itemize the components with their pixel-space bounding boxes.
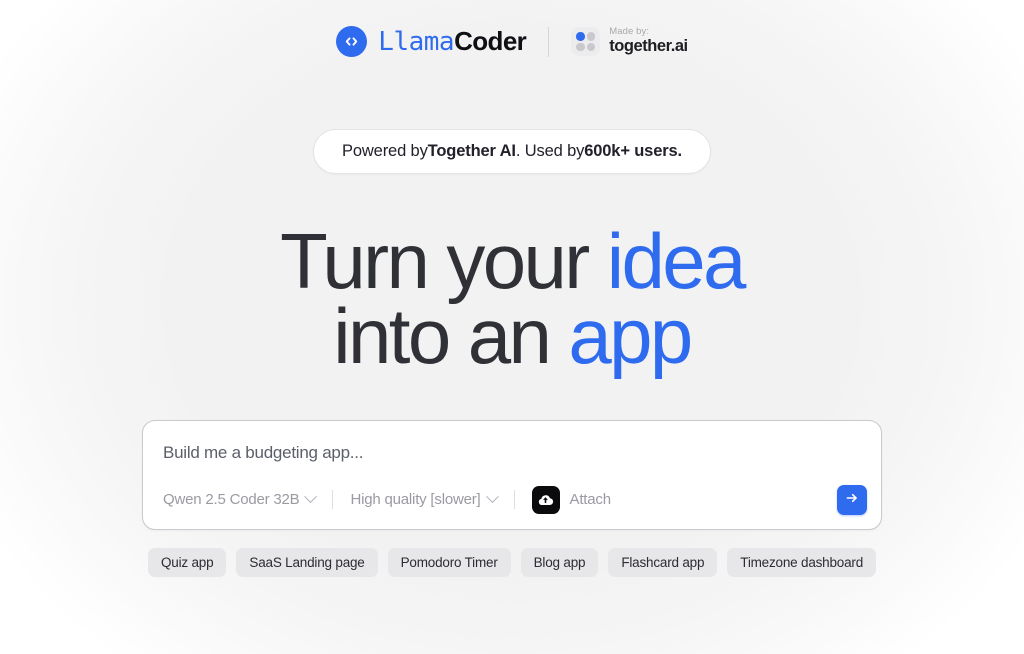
- suggestion-chips: Quiz app SaaS Landing page Pomodoro Time…: [147, 547, 877, 577]
- composer-toolbar: Qwen 2.5 Coder 32B High quality [slower]: [143, 477, 881, 529]
- badge-strong-users: 600k+ users.: [584, 142, 682, 160]
- composer-wrapper: Qwen 2.5 Coder 32B High quality [slower]: [142, 419, 882, 530]
- page-title: Turn your idea into an app: [280, 222, 746, 375]
- submit-button[interactable]: [837, 484, 867, 515]
- llamacoder-logo[interactable]: LlamaCoder: [336, 26, 527, 57]
- quality-selector-label: High quality [slower]: [350, 491, 481, 509]
- suggestion-chip[interactable]: Blog app: [520, 547, 599, 577]
- made-by-label: Made by:: [609, 26, 650, 38]
- model-selector[interactable]: Qwen 2.5 Coder 32B: [163, 490, 318, 509]
- attach-button[interactable]: Attach: [531, 485, 612, 514]
- app-root: LlamaCoder Made by: together.ai Powered …: [0, 0, 1024, 654]
- wordmark: LlamaCoder: [378, 26, 527, 57]
- badge-middle: . Used by: [515, 142, 585, 160]
- chevron-down-icon: [304, 490, 318, 504]
- together-dots-icon: [571, 27, 601, 56]
- status-badge: Powered by Together AI. Used by 600k+ us…: [313, 129, 711, 174]
- headline-line2-plain: into an: [333, 291, 569, 380]
- suggestion-chip[interactable]: Pomodoro Timer: [387, 547, 511, 577]
- prompt-input[interactable]: [143, 420, 881, 477]
- suggestion-chip[interactable]: Timezone dashboard: [727, 547, 877, 577]
- code-brackets-icon: [336, 26, 368, 57]
- together-text: Made by: together.ai: [609, 27, 688, 55]
- hero-section: Powered by Together AI. Used by 600k+ us…: [0, 129, 1024, 577]
- site-header: LlamaCoder Made by: together.ai: [0, 0, 1024, 57]
- toolbar-divider-1: [332, 490, 334, 510]
- headline-line-2: into an app: [280, 297, 744, 375]
- badge-strong-provider: Together AI: [427, 142, 516, 160]
- together-company-name: together.ai: [609, 37, 688, 56]
- suggestion-chip[interactable]: Flashcard app: [608, 547, 718, 577]
- prompt-composer: Qwen 2.5 Coder 32B High quality [slower]: [142, 419, 882, 530]
- model-selector-label: Qwen 2.5 Coder 32B: [163, 491, 300, 509]
- quality-selector[interactable]: High quality [slower]: [350, 490, 499, 509]
- brand-divider: [548, 26, 550, 57]
- chevron-down-icon: [485, 490, 499, 504]
- brand-row: LlamaCoder Made by: together.ai: [336, 26, 688, 57]
- suggestion-chip[interactable]: SaaS Landing page: [236, 547, 378, 577]
- badge-prefix: Powered by: [342, 142, 428, 160]
- together-ai-attribution[interactable]: Made by: together.ai: [571, 27, 688, 56]
- toolbar-divider-2: [513, 490, 515, 510]
- cloud-upload-icon: [531, 485, 560, 514]
- wordmark-llama: Llama: [378, 27, 455, 57]
- wordmark-coder: Coder: [454, 26, 527, 56]
- suggestion-chip[interactable]: Quiz app: [147, 547, 227, 577]
- arrow-right-icon: [844, 490, 860, 509]
- headline-accent-app: app: [568, 291, 693, 380]
- attach-label: Attach: [569, 491, 612, 509]
